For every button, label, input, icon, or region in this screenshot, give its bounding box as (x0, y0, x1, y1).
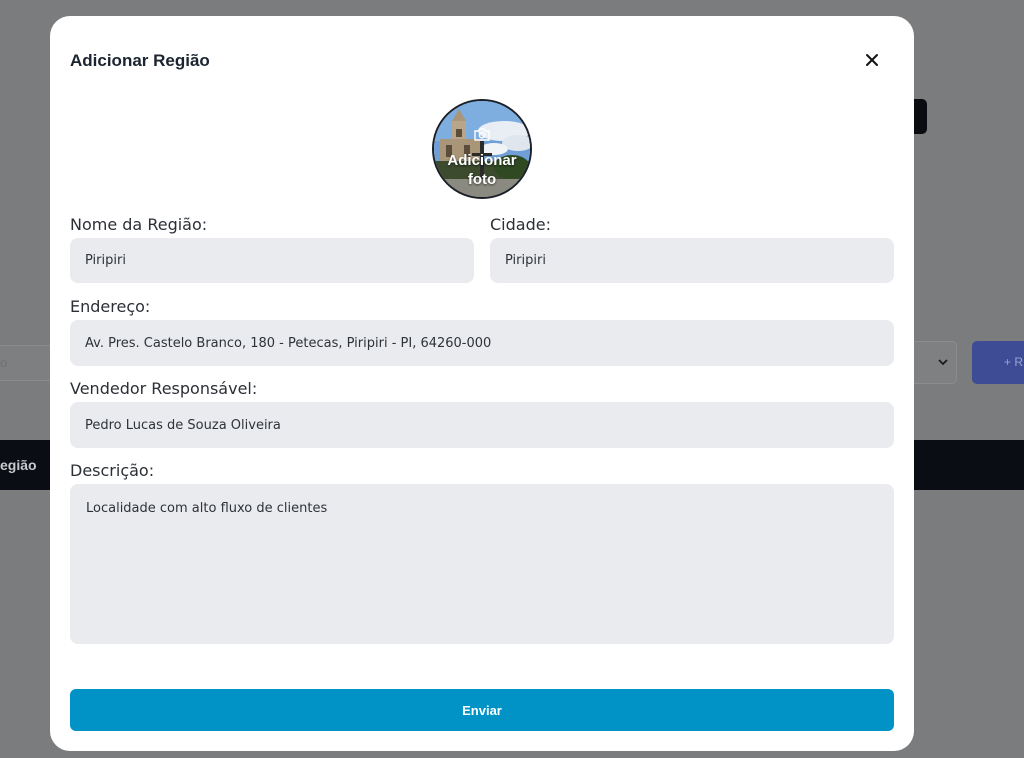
add-photo-label-line1: Adicionar (447, 152, 517, 169)
close-button[interactable] (858, 46, 886, 74)
submit-button[interactable]: Enviar (70, 689, 894, 731)
seller-input[interactable] (70, 402, 894, 448)
chevron-down-icon (938, 355, 948, 369)
camera-icon (474, 128, 490, 141)
seller-label: Vendedor Responsável: (70, 379, 258, 398)
add-photo-label-line2: foto (467, 171, 497, 188)
region-name-input[interactable] (70, 238, 474, 283)
description-label: Descrição: (70, 461, 155, 480)
add-photo-label: Adicionar foto (434, 151, 530, 189)
address-label: Endereço: (70, 297, 151, 316)
region-name-label: Nome da Região: (70, 215, 208, 234)
background-add-button: + R (972, 341, 1024, 384)
city-input[interactable] (490, 238, 894, 283)
close-icon (866, 54, 878, 66)
description-textarea[interactable]: Localidade com alto fluxo de clientes (70, 484, 894, 644)
city-label: Cidade: (490, 215, 551, 234)
background-column-label: egião (0, 457, 37, 473)
add-photo-button[interactable]: Adicionar foto (432, 99, 532, 199)
address-input[interactable] (70, 320, 894, 366)
add-region-modal: Adicionar Região Adicionar foto Nome da … (50, 16, 914, 751)
modal-title: Adicionar Região (70, 51, 210, 70)
background-search-input: o (0, 345, 55, 381)
background-search-text: o (0, 355, 8, 370)
